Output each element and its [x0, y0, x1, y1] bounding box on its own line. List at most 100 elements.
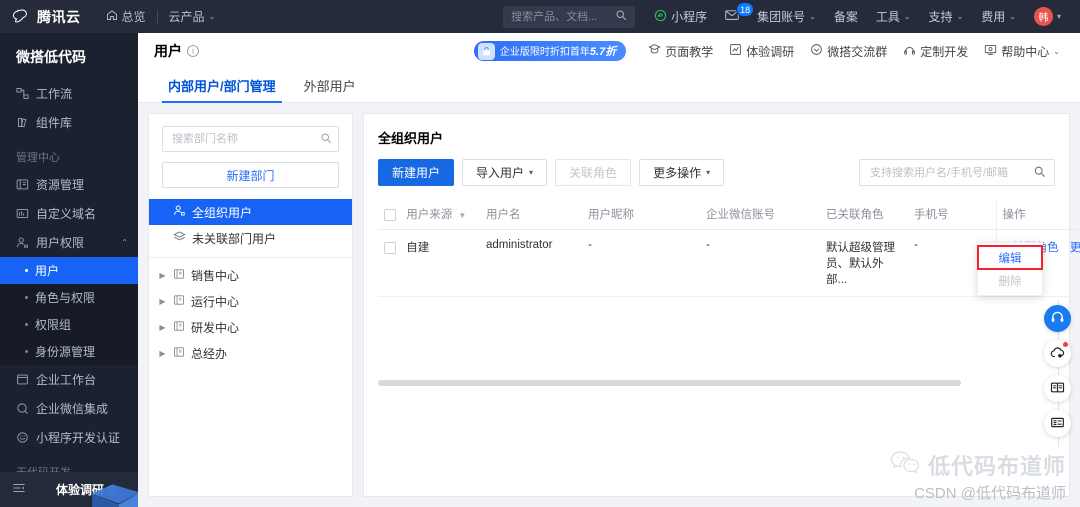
user-search[interactable]	[859, 159, 1055, 186]
group-icon	[810, 43, 823, 59]
new-department-button[interactable]: 新建部门	[162, 162, 339, 188]
headset-icon	[1050, 310, 1065, 328]
user-menu[interactable]: 韩 ▾	[1025, 0, 1070, 33]
sidebar-item-permission-group[interactable]: 权限组	[0, 311, 138, 338]
float-button-support[interactable]	[1044, 305, 1071, 332]
chevron-down-icon: ▾	[706, 168, 711, 177]
list-icon	[1050, 415, 1065, 433]
collapse-icon[interactable]	[12, 481, 26, 498]
row-checkbox[interactable]	[384, 241, 396, 254]
department-search[interactable]	[162, 126, 339, 152]
float-button-share[interactable]	[1044, 340, 1071, 367]
top-nav-item-products[interactable]: 云产品 ⌄	[158, 0, 227, 33]
top-nav-label: 云产品	[168, 10, 205, 24]
user-table: 用户来源 ▼ 用户名 用户昵称 企业微信账号 已关联角色 手机号 操作 自建 a…	[378, 199, 1080, 297]
dept-tree-label: 总经办	[191, 346, 228, 361]
th-wecom-account: 企业微信账号	[700, 199, 820, 230]
top-item-beian[interactable]: 备案	[825, 0, 867, 33]
tool-label: 微搭交流群	[827, 44, 888, 59]
sidebar-item-resource[interactable]: 资源管理	[0, 170, 138, 199]
info-icon[interactable]: i	[187, 45, 199, 57]
sidebar-item-label: 工作流	[36, 87, 73, 101]
global-search[interactable]	[503, 5, 636, 28]
tool-label: 体验调研	[746, 44, 795, 59]
search-input[interactable]	[511, 10, 616, 23]
user-permission-icon	[16, 236, 29, 249]
book-icon	[1050, 380, 1065, 398]
tab-internal-users[interactable]: 内部用户/部门管理	[154, 69, 290, 103]
tab-label: 外部用户	[303, 79, 356, 94]
panel-title: 全组织用户	[378, 131, 444, 146]
top-item-tools[interactable]: 工具 ⌄	[867, 0, 920, 33]
more-actions-button[interactable]: 更多操作 ▾	[639, 159, 725, 186]
search-icon[interactable]	[615, 9, 627, 24]
sidebar-item-user-permission[interactable]: 用户权限 ⌃	[0, 228, 138, 257]
float-button-list[interactable]	[1044, 410, 1071, 437]
certify-icon	[16, 431, 29, 444]
top-item-support[interactable]: 支持 ⌄	[920, 0, 973, 33]
top-item-miniprogram[interactable]: 小程序	[645, 0, 716, 33]
sort-icon[interactable]: ▼	[458, 211, 466, 220]
sidebar-item-roles[interactable]: 角色与权限	[0, 284, 138, 311]
sidebar-item-users[interactable]: 用户	[0, 257, 138, 284]
top-nav-item-overview[interactable]: 总览	[95, 0, 157, 33]
tool-survey[interactable]: 体验调研	[721, 43, 802, 60]
top-item-messages[interactable]: 18	[716, 0, 755, 33]
dept-row-unlinked-users[interactable]: 未关联部门用户	[149, 225, 352, 251]
sidebar-item-label: 资源管理	[36, 178, 85, 192]
dropdown-item-edit[interactable]: 编辑	[977, 245, 1043, 270]
department-search-input[interactable]	[172, 133, 320, 145]
import-user-button[interactable]: 导入用户 ▾	[462, 159, 548, 186]
sidebar-item-component-library[interactable]: 组件库	[0, 108, 138, 137]
resource-icon	[16, 178, 29, 191]
dept-tree-row-gm-office[interactable]: ▶ 总经办	[149, 340, 352, 366]
user-search-input[interactable]	[870, 166, 1033, 179]
dept-row-all-users[interactable]: 全组织用户	[149, 199, 352, 225]
search-icon[interactable]	[1033, 165, 1046, 181]
th-nickname: 用户昵称	[582, 199, 700, 230]
top-item-label: 小程序	[671, 10, 708, 24]
th-user-source: 用户来源 ▼	[378, 199, 480, 230]
chevron-right-icon[interactable]: ▶	[158, 323, 167, 332]
bullet-icon	[25, 323, 28, 326]
promo-banner[interactable]: 企业版限时折扣首年5.7折	[473, 41, 627, 61]
tab-external-users[interactable]: 外部用户	[290, 69, 370, 102]
sidebar-item-workbench[interactable]: 企业工作台	[0, 365, 138, 394]
sidebar-footer-survey[interactable]: 体验调研	[56, 481, 117, 498]
tool-help-center[interactable]: 帮助中心 ⌄	[976, 43, 1068, 60]
search-icon[interactable]	[320, 132, 332, 147]
arrow-circle-icon	[107, 485, 117, 494]
tool-page-tutorial[interactable]: 页面教学	[640, 43, 721, 60]
select-all-checkbox[interactable]	[384, 208, 396, 221]
dept-tree-row-operations[interactable]: ▶ 运行中心	[149, 288, 352, 314]
sidebar-item-label: 企业微信集成	[36, 402, 109, 416]
table-horizontal-scrollbar[interactable]	[378, 380, 1041, 386]
custom-dev-icon	[903, 43, 916, 59]
top-item-label: 备案	[833, 10, 858, 24]
tool-custom-dev[interactable]: 定制开发	[895, 43, 976, 60]
sidebar-item-custom-domain[interactable]: 自定义域名	[0, 199, 138, 228]
scrollbar-thumb[interactable]	[378, 380, 962, 386]
chevron-right-icon[interactable]: ▶	[158, 297, 167, 306]
row-more-menu[interactable]: 更多 ▾	[1070, 242, 1080, 254]
tool-community-group[interactable]: 微搭交流群	[802, 43, 895, 60]
workflow-icon	[16, 87, 29, 100]
sidebar-item-identity-source[interactable]: 身份源管理	[0, 338, 138, 365]
link-role-button: 关联角色	[555, 159, 632, 186]
sidebar-item-wecom[interactable]: 企业微信集成	[0, 394, 138, 423]
float-button-docs[interactable]	[1044, 375, 1071, 402]
chevron-right-icon[interactable]: ▶	[158, 349, 167, 358]
th-label: 用户来源	[406, 209, 453, 221]
chevron-right-icon[interactable]: ▶	[158, 271, 167, 280]
body-wrapper: 微搭低代码 工作流 组件库 管理中心 资源管理 自定义域名 用户权限 ⌃ 用户 …	[0, 33, 1080, 507]
top-item-billing[interactable]: 费用 ⌄	[972, 0, 1025, 33]
sidebar-item-workflow[interactable]: 工作流	[0, 79, 138, 108]
brand[interactable]: 腾讯云	[0, 7, 95, 27]
dept-tree-row-sales[interactable]: ▶ 销售中心	[149, 262, 352, 288]
new-user-button[interactable]: 新建用户	[378, 159, 455, 186]
sidebar-item-miniprogram-cert[interactable]: 小程序开发认证	[0, 423, 138, 452]
top-item-group-account[interactable]: 集团账号 ⌄	[748, 0, 825, 33]
sidebar-subitem-label: 身份源管理	[35, 345, 96, 359]
cell-wecom-account: -	[700, 229, 820, 297]
dept-tree-row-rnd[interactable]: ▶ 研发中心	[149, 314, 352, 340]
